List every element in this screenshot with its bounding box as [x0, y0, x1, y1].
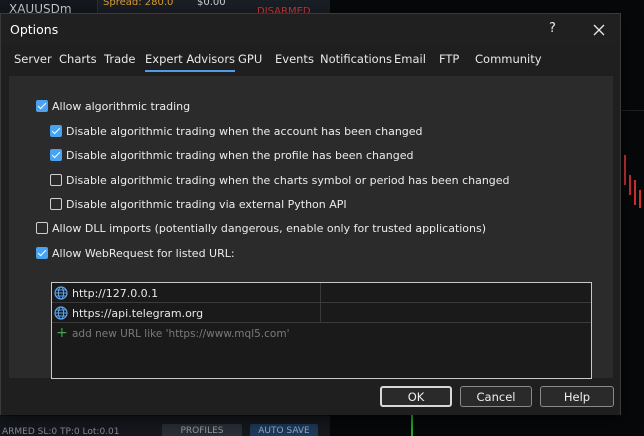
tab-bar: Server Charts Trade Expert Advisors GPU …	[1, 52, 620, 76]
option-label: Disable algorithmic trading when the acc…	[66, 124, 423, 138]
profiles-button[interactable]: PROFILES	[162, 424, 242, 436]
chart-grid-line	[622, 110, 644, 111]
option-disable-on-account-change[interactable]: Disable algorithmic trading when the acc…	[50, 123, 423, 139]
tab-trade[interactable]: Trade	[104, 52, 136, 72]
add-url-row[interactable]: + add new URL like 'https://www.mql5.com…	[52, 324, 591, 344]
checkbox-unchecked[interactable]	[50, 198, 62, 210]
ok-button[interactable]: OK	[380, 386, 452, 407]
option-allow-dll-imports[interactable]: Allow DLL imports (potentially dangerous…	[36, 220, 486, 236]
option-label: Allow DLL imports (potentially dangerous…	[52, 221, 487, 235]
checkbox-unchecked[interactable]	[50, 174, 62, 186]
tab-expert-advisors[interactable]: Expert Advisors	[145, 52, 236, 72]
chart-candle	[634, 180, 636, 205]
tab-charts[interactable]: Charts	[59, 52, 97, 72]
option-label: Disable algorithmic trading when the pro…	[66, 148, 414, 162]
url-list: http://127.0.0.1 https://api.telegram.or…	[51, 282, 592, 379]
chart-candle	[629, 175, 631, 195]
tab-events[interactable]: Events	[275, 52, 314, 72]
checkbox-unchecked[interactable]	[36, 222, 48, 234]
dialog-footer: OK Cancel Help	[1, 379, 620, 415]
price-label: $0.00	[197, 0, 226, 8]
close-icon[interactable]	[587, 18, 611, 42]
tab-email[interactable]: Email	[394, 52, 426, 72]
url-row[interactable]: https://api.telegram.org	[52, 303, 591, 323]
globe-icon	[54, 306, 68, 320]
tab-gpu[interactable]: GPU	[238, 52, 262, 72]
chart-candle	[624, 155, 626, 185]
options-dialog: Options ? Server Charts Trade Expert Adv…	[0, 13, 621, 415]
help-icon[interactable]: ?	[549, 21, 556, 36]
chart-candle	[639, 190, 641, 208]
tab-ftp[interactable]: FTP	[439, 52, 459, 72]
option-label: Disable algorithmic trading when the cha…	[66, 173, 510, 187]
dialog-title: Options	[10, 22, 59, 37]
column-divider	[320, 283, 321, 303]
url-text: https://api.telegram.org	[72, 307, 204, 320]
url-text: http://127.0.0.1	[72, 287, 159, 300]
checkbox-checked[interactable]	[50, 125, 62, 137]
option-label: Disable algorithmic trading via external…	[66, 197, 347, 211]
add-url-placeholder: add new URL like 'https://www.mql5.com'	[72, 328, 290, 340]
checkbox-checked[interactable]	[50, 149, 62, 161]
option-label: Allow algorithmic trading	[52, 99, 191, 113]
globe-icon	[54, 286, 68, 300]
spread-label: Spread: 280.0	[103, 0, 174, 8]
option-label: Allow WebRequest for listed URL:	[52, 246, 235, 260]
option-disable-on-symbol-change[interactable]: Disable algorithmic trading when the cha…	[50, 172, 510, 188]
tab-community[interactable]: Community	[475, 52, 542, 72]
cancel-button[interactable]: Cancel	[460, 386, 532, 407]
url-row[interactable]: http://127.0.0.1	[52, 283, 591, 303]
plus-icon: +	[56, 325, 68, 341]
checkbox-checked[interactable]	[36, 247, 48, 259]
dialog-titlebar[interactable]: Options ?	[1, 14, 620, 44]
checkbox-checked[interactable]	[36, 100, 48, 112]
autosave-button[interactable]: AUTO SAVE	[250, 424, 318, 436]
option-disable-on-profile-change[interactable]: Disable algorithmic trading when the pro…	[50, 147, 413, 163]
option-allow-webrequest[interactable]: Allow WebRequest for listed URL:	[36, 245, 235, 261]
tab-server[interactable]: Server	[14, 52, 52, 72]
help-button[interactable]: Help	[540, 386, 614, 407]
tab-notifications[interactable]: Notifications	[320, 52, 392, 72]
column-divider	[320, 303, 321, 323]
option-allow-algo-trading[interactable]: Allow algorithmic trading	[36, 98, 190, 114]
expert-advisors-panel: Allow algorithmic trading Disable algori…	[9, 76, 613, 379]
status-text: ARMED SL:0 TP:0 Lot:0.01	[2, 427, 120, 436]
option-disable-via-python-api[interactable]: Disable algorithmic trading via external…	[50, 196, 347, 212]
